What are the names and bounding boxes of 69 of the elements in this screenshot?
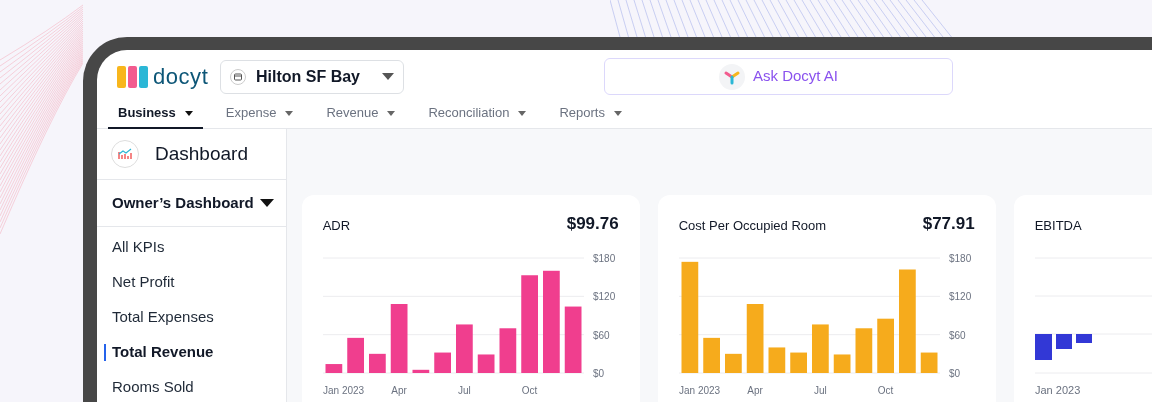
- card-title: EBITDA: [1034, 217, 1082, 236]
- bar: [920, 352, 938, 373]
- bar: [499, 328, 516, 373]
- kpi-value: $77.91: [922, 213, 975, 236]
- logo-icon: [116, 64, 150, 89]
- y-axis-label: $0: [592, 368, 604, 379]
- nav-tab[interactable]: Business: [108, 99, 203, 129]
- caret-icon: [382, 73, 394, 80]
- property-name: Hilton SF Bay: [256, 66, 361, 87]
- caret-icon: [613, 110, 622, 116]
- dashboard-section-toggle[interactable]: Owner’s Dashboard: [97, 180, 286, 227]
- x-axis-label: Oct: [521, 385, 538, 396]
- nav-tab[interactable]: Reports: [549, 99, 632, 129]
- sidebar-item[interactable]: Net Profit: [97, 265, 286, 300]
- bar: [564, 306, 582, 373]
- card-title: Cost Per Occupied Room: [678, 217, 827, 236]
- caret-icon: [518, 110, 527, 116]
- nav-tab[interactable]: Revenue: [316, 99, 406, 129]
- bar: [768, 347, 785, 373]
- chart-icon: [111, 140, 139, 168]
- property-dropdown[interactable]: Hilton SF Bay: [220, 59, 404, 94]
- bar: [789, 352, 807, 373]
- sidebar-item[interactable]: All KPIs: [97, 230, 286, 265]
- y-axis-label: $120: [948, 291, 971, 303]
- caret-icon: [184, 110, 193, 116]
- y-axis-label: $180: [592, 253, 615, 264]
- bar: [477, 354, 495, 373]
- kpi-value: $99.76: [566, 213, 619, 236]
- nav-tab[interactable]: Expense: [215, 99, 304, 129]
- bar: [433, 352, 451, 373]
- bar: [746, 304, 764, 373]
- ai-logo-icon: [719, 63, 745, 90]
- bar: [811, 324, 829, 373]
- x-axis-label: Apr: [747, 385, 763, 396]
- nav-tab[interactable]: Reconciliation: [418, 99, 537, 129]
- bar: [724, 353, 742, 373]
- building-icon: [230, 68, 246, 85]
- bar-chart-drawing: [1034, 334, 1092, 360]
- bar: [325, 364, 342, 373]
- x-axis-label: Jul: [457, 385, 471, 396]
- bar: [876, 318, 894, 373]
- y-axis-label: $60: [948, 329, 966, 341]
- caret-icon: [387, 110, 396, 116]
- caret-icon: [285, 110, 294, 116]
- bar: [455, 324, 473, 373]
- bar: [390, 304, 408, 373]
- bar: [346, 337, 364, 373]
- sidebar-item[interactable]: Total Expenses: [97, 300, 286, 335]
- x-axis-label: Jan 2023: [322, 385, 364, 396]
- sidebar-item[interactable]: Rooms Sold: [97, 370, 286, 402]
- x-axis-label: Jan 2023: [1034, 384, 1080, 396]
- x-axis-label: Apr: [391, 385, 407, 396]
- y-axis-label: $120: [592, 291, 615, 303]
- y-axis-label: $180: [948, 253, 971, 264]
- bar: [368, 353, 386, 373]
- x-axis-label: Jul: [813, 385, 827, 396]
- y-axis-label: $60: [592, 329, 610, 341]
- bar: [702, 337, 720, 373]
- sidebar-title: Dashboard: [155, 141, 248, 166]
- y-axis-label: $0: [948, 368, 960, 379]
- bar: [412, 369, 429, 373]
- x-axis-label: Oct: [877, 385, 894, 396]
- card-title: ADR: [322, 217, 351, 236]
- bar: [855, 328, 872, 373]
- ask-ai-button[interactable]: Ask Docyt AI: [604, 58, 953, 95]
- sidebar-item[interactable]: Total Revenue: [97, 335, 286, 370]
- logo-wordmark: docyt: [153, 65, 209, 88]
- x-axis-label: Jan 2023: [678, 385, 720, 396]
- bar: [833, 354, 851, 373]
